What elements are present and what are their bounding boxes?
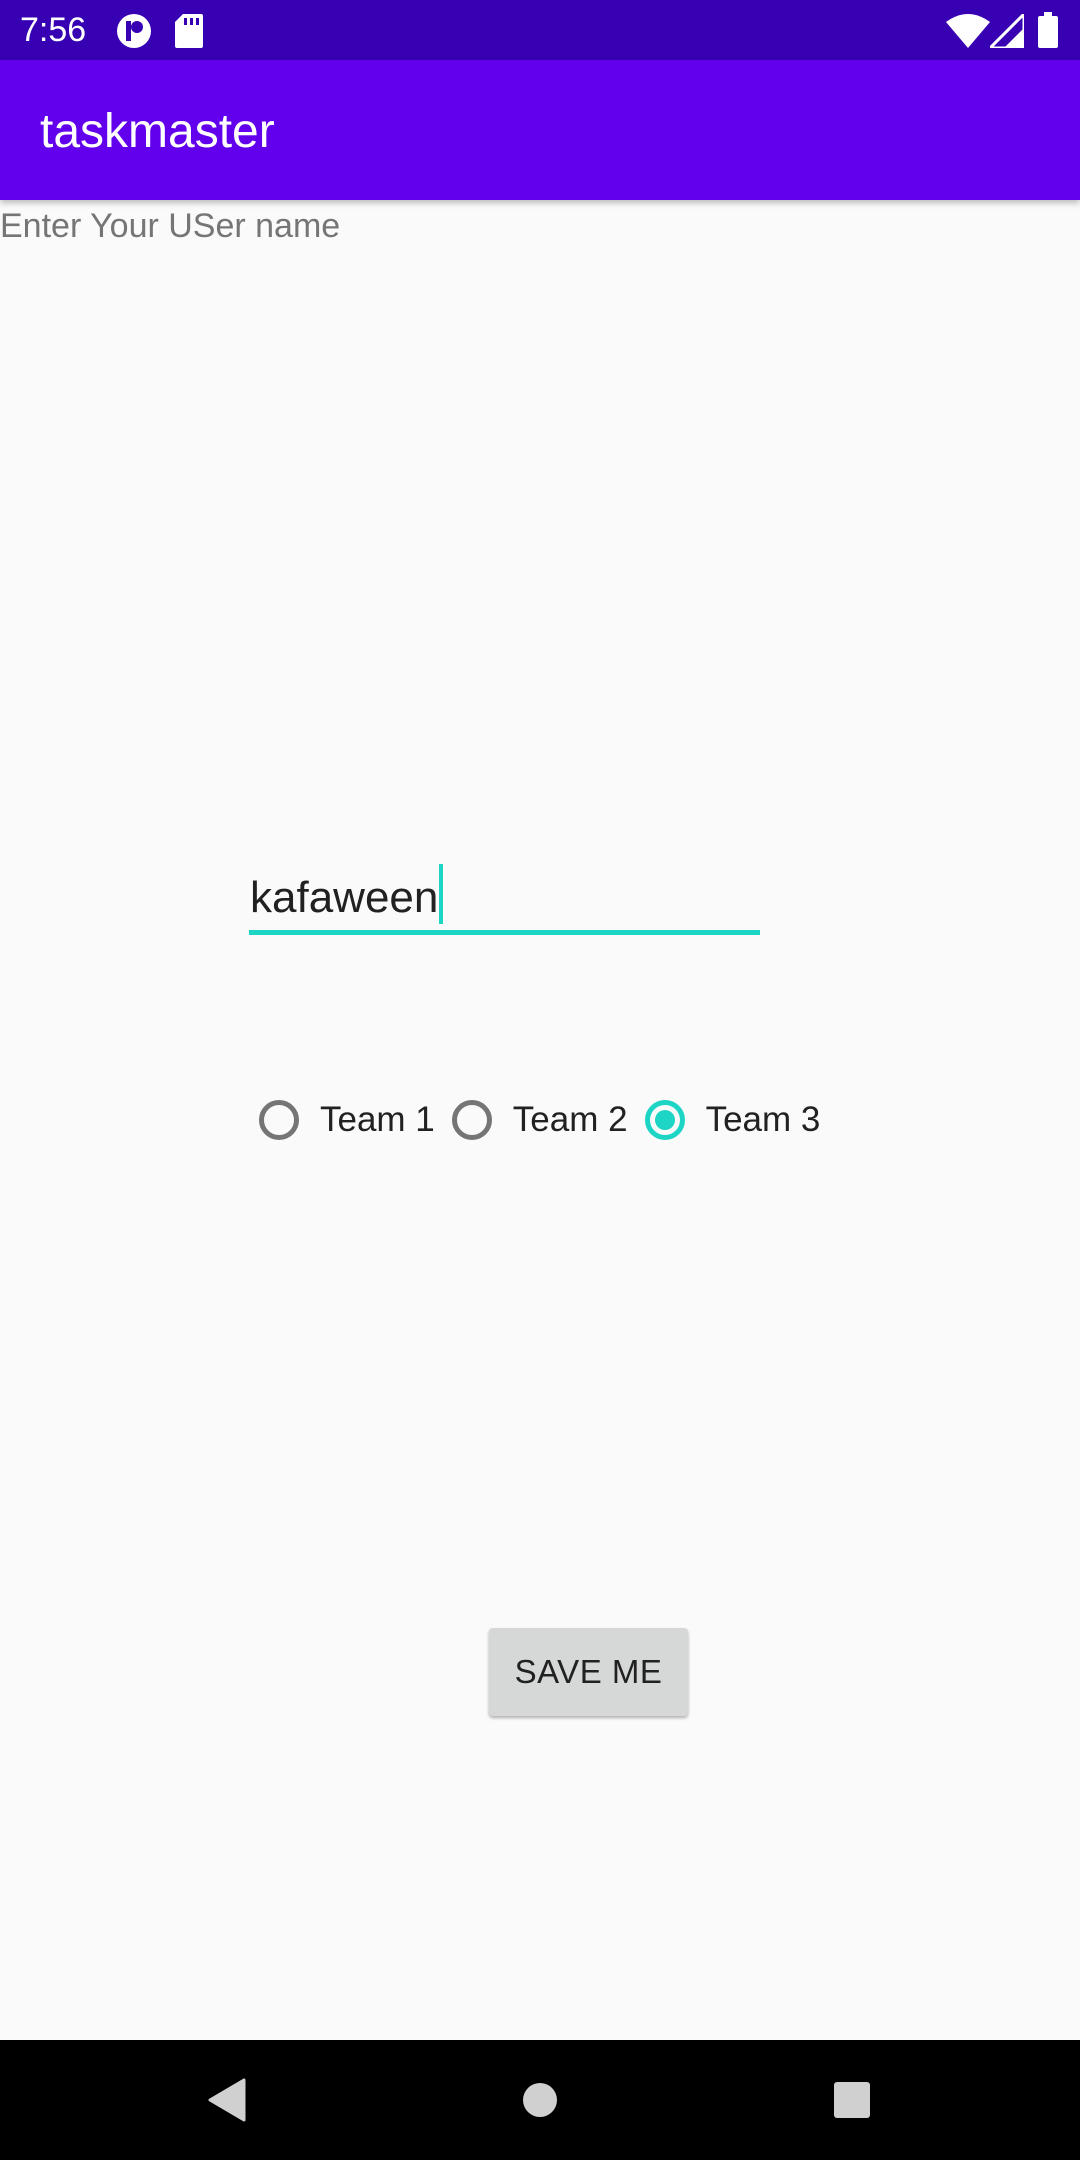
app-title: taskmaster xyxy=(40,105,275,158)
radio-button-unchecked[interactable] xyxy=(451,1100,492,1140)
username-field[interactable]: kafaween xyxy=(249,862,761,936)
notification-p-icon xyxy=(116,13,152,54)
wifi-icon xyxy=(946,14,990,53)
battery-icon xyxy=(1038,12,1058,53)
username-input-wrapper: kafaween xyxy=(250,864,444,926)
signal-icon xyxy=(986,10,1026,53)
status-bar: 7:56 xyxy=(0,0,1080,60)
screen: 7:56 taskmaster Enter Your USer name kaf… xyxy=(0,0,1080,2160)
username-input-text[interactable]: kafaween xyxy=(250,873,438,922)
username-field-underline xyxy=(249,930,760,935)
radio-team-2-label[interactable]: Team 2 xyxy=(513,1098,628,1142)
status-time: 7:56 xyxy=(20,11,87,49)
recents-icon[interactable] xyxy=(822,2070,882,2130)
radio-team-1[interactable]: Team 1 xyxy=(256,1090,435,1150)
radio-team-1-label[interactable]: Team 1 xyxy=(320,1098,435,1142)
team-radio-group: Team 1 Team 2 Team 3 xyxy=(256,1090,834,1150)
text-cursor xyxy=(439,864,444,924)
app-bar: taskmaster xyxy=(0,60,1080,200)
back-icon[interactable] xyxy=(196,2070,256,2130)
radio-button-unchecked[interactable] xyxy=(259,1100,299,1140)
navigation-bar xyxy=(0,2040,1080,2160)
home-icon[interactable] xyxy=(510,2070,570,2130)
sd-card-icon xyxy=(175,14,203,53)
radio-checked-dot xyxy=(654,1110,675,1130)
radio-button-checked[interactable] xyxy=(644,1100,685,1140)
radio-team-2[interactable]: Team 2 xyxy=(449,1090,628,1150)
radio-team-3[interactable]: Team 3 xyxy=(642,1090,821,1150)
save-button[interactable]: SAVE ME xyxy=(489,1628,688,1716)
radio-team-3-label[interactable]: Team 3 xyxy=(706,1098,821,1142)
username-prompt-label: Enter Your USer name xyxy=(0,207,341,245)
